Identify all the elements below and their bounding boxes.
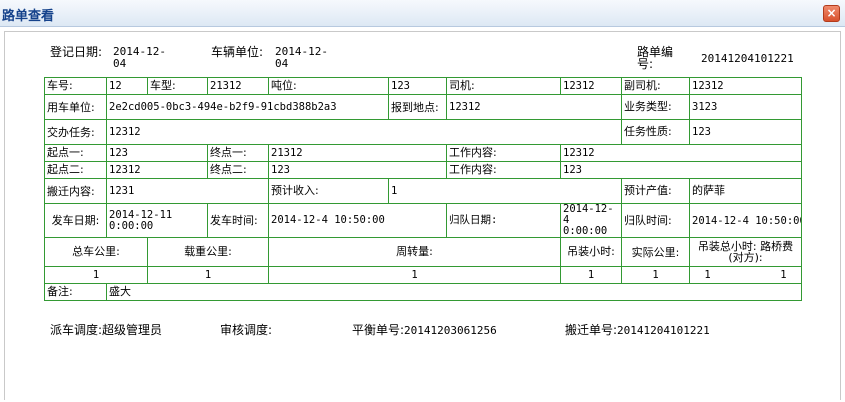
depart-date-label: 发车日期: bbox=[44, 203, 107, 238]
tonnage-label: 吨位: bbox=[268, 77, 389, 95]
reg-date-value: 2014-12-04 bbox=[113, 45, 166, 70]
car-no-value: 12 bbox=[106, 77, 148, 95]
balance-no-label: 平衡单号: bbox=[352, 323, 405, 337]
window-titlebar: 路单查看 × bbox=[0, 0, 845, 27]
end2-value: 123 bbox=[268, 161, 447, 179]
work1-value: 12312 bbox=[560, 144, 802, 162]
driver-value: 12312 bbox=[560, 77, 622, 95]
end2-label: 终点二: bbox=[207, 161, 269, 179]
turnover-value: 1 bbox=[268, 266, 561, 284]
car-type-value: 21312 bbox=[207, 77, 269, 95]
move-no-value: 20141204101221 bbox=[617, 324, 710, 337]
total-km-header: 总车公里: bbox=[44, 237, 148, 267]
tonnage-value: 123 bbox=[388, 77, 447, 95]
est-income-value: 1 bbox=[388, 178, 622, 204]
window-title: 路单查看 bbox=[2, 9, 55, 24]
move-content-value: 1231 bbox=[106, 178, 269, 204]
actual-km-header: 实际公里: bbox=[621, 237, 690, 267]
task-value: 12312 bbox=[106, 119, 622, 145]
co-driver-label: 副司机: bbox=[621, 77, 690, 95]
use-unit-label: 用车单位: bbox=[44, 94, 107, 120]
load-km-header: 载重公里: bbox=[147, 237, 269, 267]
car-no-label: 车号: bbox=[44, 77, 107, 95]
route-no-label: 路单编号: bbox=[637, 45, 674, 71]
total-km-value: 1 bbox=[44, 266, 148, 284]
lift-hours-value: 1 bbox=[560, 266, 622, 284]
route-sheet-table: 车号: 12 车型: 21312 吨位: 123 司机: 12312 副司机: … bbox=[44, 77, 802, 301]
reg-date-label: 登记日期: bbox=[50, 45, 103, 59]
return-time-label: 归队时间: bbox=[621, 203, 690, 238]
return-date-cell: 归队日期: bbox=[446, 203, 561, 238]
est-income-label: 预计收入: bbox=[268, 178, 389, 204]
remark-value: 盛大 bbox=[106, 283, 802, 301]
table-row: 起点二: 12312 终点二: 123 工作内容: 123 bbox=[44, 161, 802, 179]
depart-time-label: 发车时间: bbox=[207, 203, 269, 238]
work1-label: 工作内容: bbox=[446, 144, 561, 162]
work2-value: 123 bbox=[560, 161, 802, 179]
table-row: 起点一: 123 终点一: 21312 工作内容: 12312 bbox=[44, 144, 802, 162]
work2-label: 工作内容: bbox=[446, 161, 561, 179]
depart-time-value: 2014-12-4 10:50:00 bbox=[268, 203, 447, 238]
start2-label: 起点二: bbox=[44, 161, 107, 179]
driver-label: 司机: bbox=[446, 77, 561, 95]
return-date-label: 归队日期: bbox=[449, 214, 498, 226]
use-unit-value: 2e2cd005-0bc3-494e-b2f9-91cbd388b2a3 bbox=[106, 94, 389, 120]
turnover-header: 周转量: bbox=[268, 237, 561, 267]
table-row: 1 1 1 1 1 1 1 bbox=[44, 266, 802, 284]
actual-km-value: 1 bbox=[621, 266, 690, 284]
close-button[interactable]: × bbox=[823, 5, 840, 22]
car-type-label: 车型: bbox=[147, 77, 208, 95]
balance-no-value: 20141203061256 bbox=[404, 324, 497, 337]
return-time-value: 2014-12-4 10:50:00 bbox=[689, 203, 802, 238]
start1-value: 123 bbox=[106, 144, 208, 162]
load-km-value: 1 bbox=[147, 266, 269, 284]
move-no-label: 搬迁单号: bbox=[565, 323, 618, 337]
lift-total-and-toll-header: 吊装总小时: 路桥费(对方): bbox=[689, 237, 802, 267]
move-no-field: 搬迁单号:20141204101221 bbox=[565, 321, 710, 338]
table-row: 备注: 盛大 bbox=[44, 283, 802, 301]
est-output-label: 预计产值: bbox=[621, 178, 690, 204]
report-place-value: 12312 bbox=[446, 94, 622, 120]
est-output-value: 的萨菲 bbox=[689, 178, 802, 204]
move-content-label: 搬迁内容: bbox=[44, 178, 107, 204]
vehicle-unit-label: 车辆单位: bbox=[211, 45, 264, 59]
remark-label: 备注: bbox=[44, 283, 107, 301]
auditor-label: 审核调度: bbox=[220, 323, 273, 337]
table-row: 车号: 12 车型: 21312 吨位: 123 司机: 12312 副司机: … bbox=[44, 77, 802, 95]
toll-value: 1 bbox=[780, 269, 787, 281]
table-row: 总车公里: 载重公里: 周转量: 吊装小时: 实际公里: 吊装总小时: 路桥费(… bbox=[44, 237, 802, 267]
lift-total-and-toll-value: 1 1 bbox=[689, 266, 802, 284]
balance-no-field: 平衡单号:20141203061256 bbox=[352, 321, 497, 338]
start2-value: 12312 bbox=[106, 161, 208, 179]
task-nature-value: 123 bbox=[689, 119, 802, 145]
table-row: 用车单位: 2e2cd005-0bc3-494e-b2f9-91cbd388b2… bbox=[44, 94, 802, 120]
lift-hours-header: 吊装小时: bbox=[560, 237, 622, 267]
dispatcher-value: 超级管理员 bbox=[102, 323, 163, 337]
depart-date-value: 2014-12-11 0:00:00 bbox=[106, 203, 208, 238]
route-no-value: 20141204101221 bbox=[701, 52, 794, 65]
end1-value: 21312 bbox=[268, 144, 447, 162]
return-date-value: 2014-12-4 0:00:00 bbox=[560, 203, 622, 238]
start1-label: 起点一: bbox=[44, 144, 107, 162]
table-row: 发车日期: 2014-12-11 0:00:00 发车时间: 2014-12-4… bbox=[44, 203, 802, 238]
auditor-field: 审核调度: bbox=[220, 321, 272, 338]
table-row: 交办任务: 12312 任务性质: 123 bbox=[44, 119, 802, 145]
dispatcher-field: 派车调度:超级管理员 bbox=[50, 321, 162, 338]
task-label: 交办任务: bbox=[44, 119, 107, 145]
biz-type-label: 业务类型: bbox=[621, 94, 690, 120]
table-row: 搬迁内容: 1231 预计收入: 1 预计产值: 的萨菲 bbox=[44, 178, 802, 204]
biz-type-value: 3123 bbox=[689, 94, 802, 120]
dispatcher-label: 派车调度: bbox=[50, 323, 103, 337]
report-place-label: 报到地点: bbox=[388, 94, 447, 120]
co-driver-value: 12312 bbox=[689, 77, 802, 95]
lift-total-hours-value: 1 bbox=[704, 269, 711, 281]
vehicle-unit-value: 2014-12-04 bbox=[275, 45, 328, 70]
task-nature-label: 任务性质: bbox=[621, 119, 690, 145]
end1-label: 终点一: bbox=[207, 144, 269, 162]
